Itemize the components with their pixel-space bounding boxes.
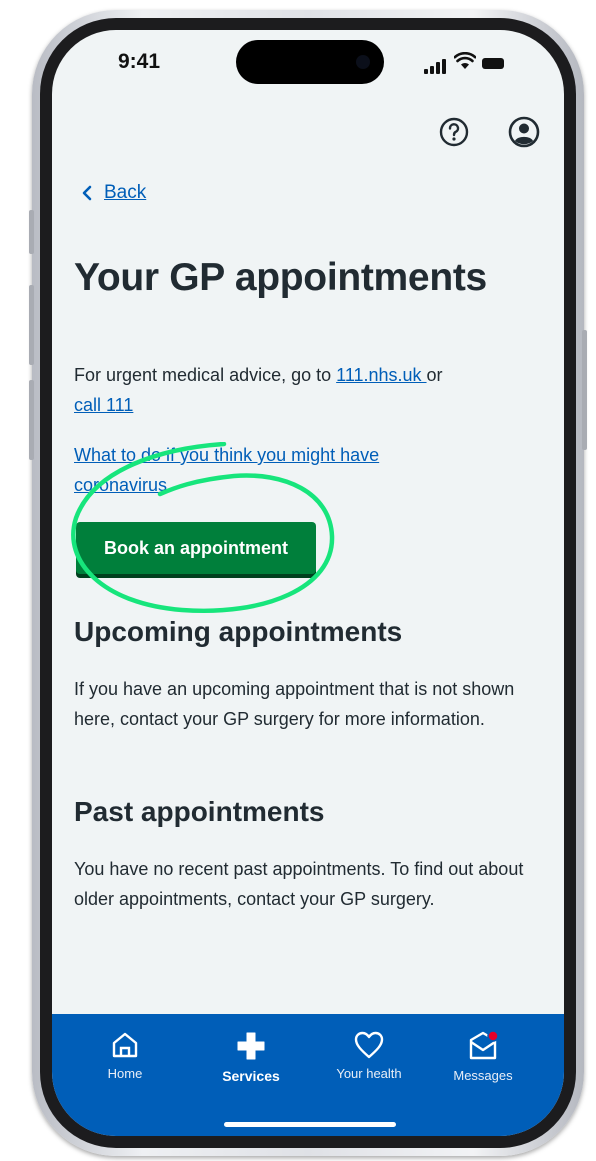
- book-appointment-button[interactable]: Book an appointment: [76, 522, 316, 574]
- account-icon: [508, 116, 540, 148]
- past-heading: Past appointments: [74, 796, 325, 827]
- page-title: Your GP appointments: [74, 256, 487, 299]
- app-screen: 9:41 Back Your GP appointments For urgen…: [52, 30, 564, 1136]
- home-icon: [112, 1032, 138, 1058]
- urgent-advice-text: For urgent medical advice, go to 111.nhs…: [74, 360, 536, 420]
- status-icons: [424, 52, 504, 74]
- chevron-left-icon: [82, 185, 92, 201]
- urgent-prefix: For urgent medical advice, go to: [74, 365, 337, 385]
- tab-your-health-label: Your health: [336, 1066, 402, 1081]
- wifi-icon: [454, 52, 476, 69]
- upcoming-text: If you have an upcoming appointment that…: [74, 679, 515, 729]
- back-link[interactable]: Back: [82, 182, 146, 204]
- tab-home[interactable]: Home: [70, 1030, 180, 1094]
- messages-icon: [469, 1030, 499, 1060]
- tab-messages[interactable]: Messages: [428, 1030, 538, 1094]
- tab-your-health[interactable]: Your health: [314, 1030, 424, 1094]
- tab-messages-label: Messages: [453, 1068, 513, 1083]
- coronavirus-link[interactable]: What to do if you think you might have c…: [74, 445, 379, 495]
- plus-icon: [237, 1032, 265, 1060]
- battery-icon: [482, 58, 504, 69]
- signal-icon: [424, 58, 448, 74]
- heart-icon: [354, 1031, 384, 1059]
- urgent-or: or: [426, 365, 443, 385]
- upcoming-heading: Upcoming appointments: [74, 616, 403, 647]
- back-label: Back: [104, 182, 147, 203]
- nhs-111-link[interactable]: 111.nhs.uk: [336, 365, 426, 385]
- status-time: 9:41: [118, 50, 161, 73]
- coronavirus-paragraph: What to do if you think you might have c…: [74, 440, 434, 500]
- tab-services-label: Services: [222, 1068, 280, 1084]
- bottom-tab-bar: Home Services Your health Messages: [52, 1014, 564, 1136]
- help-icon: [439, 117, 469, 147]
- tab-home-label: Home: [107, 1066, 143, 1081]
- help-button[interactable]: [434, 112, 474, 152]
- account-button[interactable]: [504, 112, 544, 152]
- dynamic-island: [236, 40, 384, 84]
- call-111-link[interactable]: call 111: [74, 395, 133, 415]
- past-text: You have no recent past appointments. To…: [74, 859, 524, 909]
- tab-services[interactable]: Services: [196, 1030, 306, 1094]
- home-indicator[interactable]: [224, 1122, 396, 1127]
